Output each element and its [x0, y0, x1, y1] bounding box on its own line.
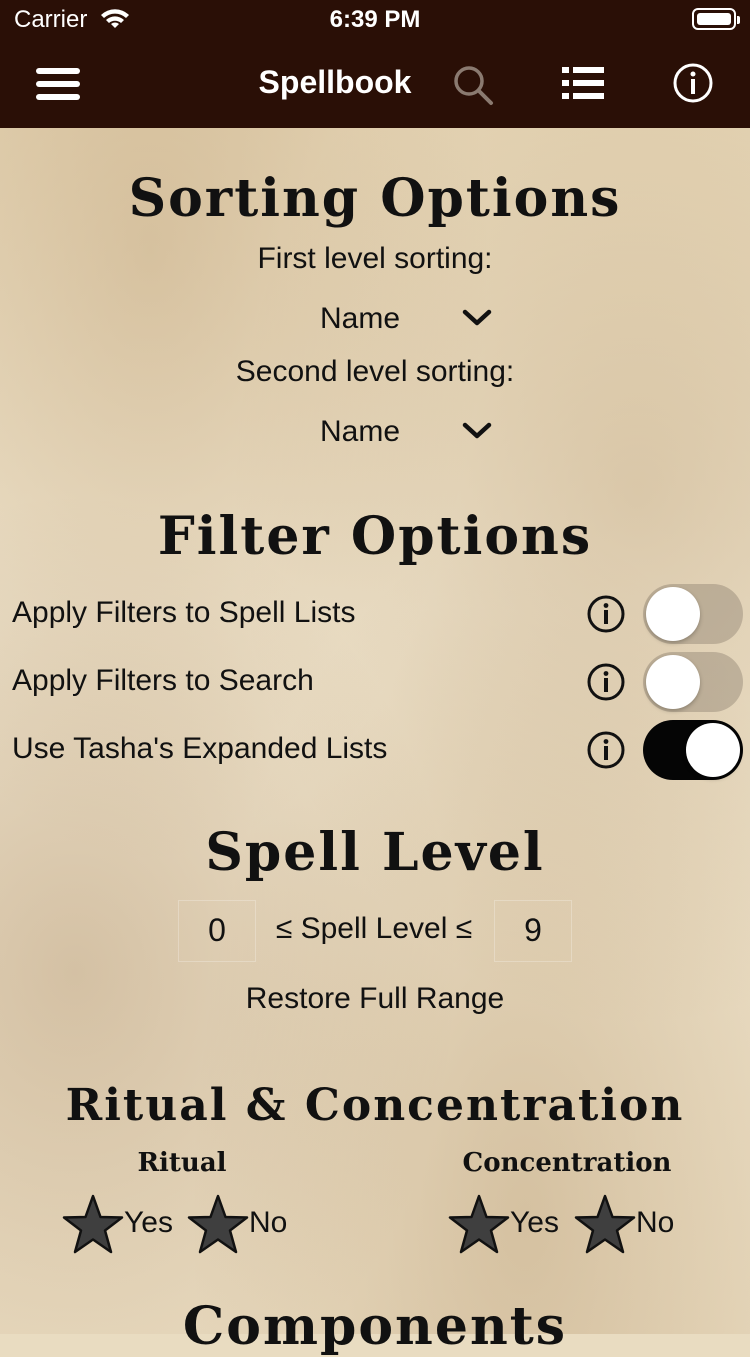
max-spell-level-input[interactable]: 9 [494, 900, 572, 962]
battery-icon [692, 8, 740, 30]
chevron-down-icon [462, 422, 492, 439]
concentration-no-label: No [636, 1206, 675, 1239]
status-bar: Carrier 6:39 PM [0, 0, 750, 40]
apply-filters-spell-lists-label: Apply Filters to Spell Lists [12, 596, 356, 629]
spell-level-range-label: ≤ Spell Level ≤ [275, 912, 473, 945]
ritual-yes-label: Yes [124, 1206, 173, 1239]
second-level-sort-picker[interactable]: Name [300, 403, 500, 459]
concentration-subheading: Concentration [462, 1148, 672, 1178]
tashas-expanded-lists-label: Use Tasha's Expanded Lists [12, 732, 388, 765]
ritual-no-star-icon[interactable] [187, 1194, 249, 1256]
info-icon[interactable] [586, 730, 626, 770]
clock: 6:39 PM [329, 6, 421, 33]
second-level-sort-value: Name [319, 415, 401, 448]
nav-bar: Spellbook [0, 40, 750, 128]
restore-full-range-button[interactable]: Restore Full Range [0, 982, 750, 1016]
apply-filters-spell-lists-toggle[interactable] [643, 584, 743, 644]
spell-level-heading: Spell Level [205, 822, 545, 883]
first-level-sort-picker[interactable]: Name [300, 290, 500, 346]
concentration-yes-label: Yes [510, 1206, 559, 1239]
info-icon[interactable] [586, 662, 626, 702]
chevron-down-icon [462, 309, 492, 326]
concentration-yes-star-icon[interactable] [448, 1194, 510, 1256]
ritual-filter-group: Yes No [62, 1194, 302, 1256]
concentration-no-star-icon[interactable] [574, 1194, 636, 1256]
ritual-no-label: No [249, 1206, 288, 1239]
info-icon[interactable] [586, 594, 626, 634]
info-icon[interactable] [672, 62, 714, 104]
second-level-sorting-label: Second level sorting: [235, 355, 515, 388]
list-icon[interactable] [562, 66, 604, 100]
ritual-yes-star-icon[interactable] [62, 1194, 124, 1256]
filter-options-heading: Filter Options [157, 506, 593, 567]
search-icon[interactable] [452, 64, 494, 106]
ritual-subheading: Ritual [137, 1148, 227, 1178]
first-level-sorting-label: First level sorting: [257, 242, 493, 275]
components-heading: Components [182, 1296, 568, 1357]
tashas-expanded-lists-toggle[interactable] [643, 720, 743, 780]
sorting-options-heading: Sorting Options [128, 168, 622, 229]
apply-filters-search-label: Apply Filters to Search [12, 664, 314, 697]
ritual-concentration-heading: Ritual & Concentration [65, 1080, 685, 1131]
min-spell-level-input[interactable]: 0 [178, 900, 256, 962]
apply-filters-search-toggle[interactable] [643, 652, 743, 712]
first-level-sort-value: Name [319, 302, 401, 335]
concentration-filter-group: Yes No [448, 1194, 688, 1256]
